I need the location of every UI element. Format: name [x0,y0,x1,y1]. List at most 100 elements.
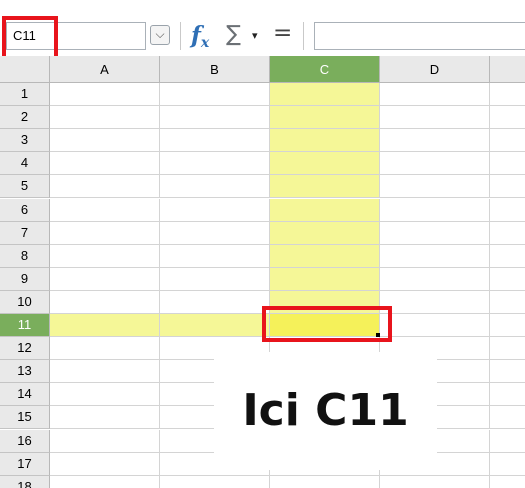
sum-icon[interactable]: ∑ [226,21,241,49]
cell-c3[interactable] [270,129,380,153]
cell-partial[interactable] [490,129,525,153]
cell-a4[interactable] [50,152,160,176]
row-header-16[interactable]: 16 [0,429,50,453]
cell-d10[interactable] [380,290,490,314]
row-header-6[interactable]: 6 [0,198,50,222]
cell-b18[interactable] [160,475,270,488]
cell-partial[interactable] [490,452,525,476]
cell-a6[interactable] [50,198,160,222]
cell-partial[interactable] [490,83,525,106]
cell-d9[interactable] [380,267,490,291]
sum-dropdown-icon[interactable]: ▾ [252,22,258,50]
cell-b4[interactable] [160,152,270,176]
cell-partial[interactable] [490,337,525,361]
cell-b11[interactable] [160,314,270,337]
cell-partial[interactable] [490,106,525,130]
column-header-c[interactable]: C [270,56,380,83]
cell-partial[interactable] [490,290,525,314]
cell-partial[interactable] [490,383,525,407]
column-header-d[interactable]: D [380,56,490,83]
cell-a16[interactable] [50,429,160,453]
cell-c11[interactable] [270,314,380,337]
cell-c5[interactable] [270,175,380,199]
cell-c6[interactable] [270,198,380,222]
cell-c9[interactable] [270,267,380,291]
cell-a11[interactable] [50,314,160,337]
row-header-4[interactable]: 4 [0,152,50,176]
cell-a2[interactable] [50,106,160,130]
cell-partial[interactable] [490,406,525,430]
cell-a9[interactable] [50,267,160,291]
cell-partial[interactable] [490,429,525,453]
cell-d7[interactable] [380,221,490,245]
row-header-8[interactable]: 8 [0,244,50,268]
row-header-10[interactable]: 10 [0,290,50,314]
cell-a14[interactable] [50,383,160,407]
cell-a3[interactable] [50,129,160,153]
cell-partial[interactable] [490,360,525,384]
cell-d2[interactable] [380,106,490,130]
cell-a10[interactable] [50,290,160,314]
name-box-dropdown-icon[interactable]: ⌵ [150,25,170,45]
row-header-17[interactable]: 17 [0,452,50,476]
formula-icon[interactable]: = [273,19,292,47]
cell-a17[interactable] [50,452,160,476]
cell-c1[interactable] [270,83,380,106]
cell-partial[interactable] [490,198,525,222]
cell-a18[interactable] [50,475,160,488]
cell-partial[interactable] [490,244,525,268]
row-header-11[interactable]: 11 [0,314,50,337]
cell-d18[interactable] [380,475,490,488]
cell-b6[interactable] [160,198,270,222]
cell-b2[interactable] [160,106,270,130]
function-wizard-icon[interactable]: fx [191,22,209,51]
cell-b5[interactable] [160,175,270,199]
cell-a5[interactable] [50,175,160,199]
cell-partial[interactable] [490,221,525,245]
cell-partial[interactable] [490,475,525,488]
cell-b1[interactable] [160,83,270,106]
cell-c2[interactable] [270,106,380,130]
row-header-12[interactable]: 12 [0,337,50,361]
cell-a12[interactable] [50,337,160,361]
row-header-9[interactable]: 9 [0,267,50,291]
row-header-13[interactable]: 13 [0,360,50,384]
cell-a13[interactable] [50,360,160,384]
cell-partial[interactable] [490,314,525,337]
select-all-corner[interactable] [0,56,50,83]
cell-b3[interactable] [160,129,270,153]
cell-b10[interactable] [160,290,270,314]
cell-b7[interactable] [160,221,270,245]
row-header-3[interactable]: 3 [0,129,50,153]
cell-d1[interactable] [380,83,490,106]
cell-partial[interactable] [490,267,525,291]
cell-d11[interactable] [380,314,490,337]
cell-a7[interactable] [50,221,160,245]
cell-a8[interactable] [50,244,160,268]
cell-c7[interactable] [270,221,380,245]
cell-c8[interactable] [270,244,380,268]
cell-partial[interactable] [490,175,525,199]
row-header-2[interactable]: 2 [0,106,50,130]
row-header-7[interactable]: 7 [0,221,50,245]
row-header-14[interactable]: 14 [0,383,50,407]
row-header-1[interactable]: 1 [0,83,50,106]
cell-partial[interactable] [490,152,525,176]
cell-b8[interactable] [160,244,270,268]
cell-d6[interactable] [380,198,490,222]
name-box-input[interactable]: C11 [6,22,146,50]
row-header-5[interactable]: 5 [0,175,50,199]
column-header-a[interactable]: A [50,56,160,83]
formula-input[interactable] [314,22,525,50]
cell-c18[interactable] [270,475,380,488]
cell-d4[interactable] [380,152,490,176]
cell-d5[interactable] [380,175,490,199]
cell-d8[interactable] [380,244,490,268]
cell-d3[interactable] [380,129,490,153]
row-header-18[interactable]: 18 [0,475,50,488]
cell-a15[interactable] [50,406,160,430]
cell-b9[interactable] [160,267,270,291]
cell-a1[interactable] [50,83,160,106]
column-header-partial[interactable] [490,56,525,83]
column-header-b[interactable]: B [160,56,270,83]
